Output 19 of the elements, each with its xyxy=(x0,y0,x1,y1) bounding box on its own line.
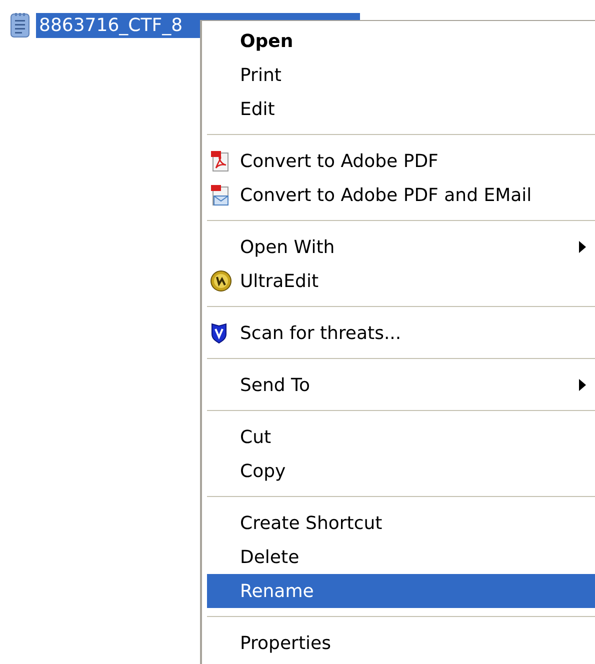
menu-item[interactable]: Copy xyxy=(207,454,595,488)
menu-item[interactable]: Create Shortcut xyxy=(207,506,595,540)
shield-icon xyxy=(210,322,228,344)
menu-item[interactable]: Cut xyxy=(207,420,595,454)
menu-item[interactable]: Send To xyxy=(207,368,595,402)
menu-item[interactable]: Print xyxy=(207,58,595,92)
notepad-icon xyxy=(10,12,30,38)
menu-item[interactable]: Scan for threats... xyxy=(207,316,595,350)
menu-item[interactable]: Open With xyxy=(207,230,595,264)
coin-icon xyxy=(210,270,232,292)
pdf-document-icon xyxy=(210,150,230,172)
pdf-email-icon xyxy=(210,184,230,206)
menu-item[interactable]: Convert to Adobe PDF and EMail xyxy=(207,178,595,212)
menu-item[interactable]: Edit xyxy=(207,92,595,126)
menu-item[interactable]: Delete xyxy=(207,540,595,574)
menu-item[interactable]: Convert to Adobe PDF xyxy=(207,144,595,178)
menu-item[interactable]: Properties xyxy=(207,626,595,660)
menu-item[interactable]: Rename xyxy=(207,574,595,608)
menu-item[interactable]: UltraEdit xyxy=(207,264,595,298)
